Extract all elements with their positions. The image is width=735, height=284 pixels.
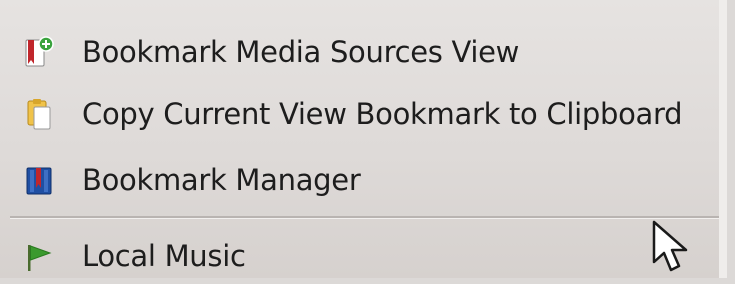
mouse-pointer-icon (648, 218, 696, 278)
bookmark-manager-icon (22, 163, 56, 197)
menu-item-bookmark-manager[interactable]: Bookmark Manager (0, 152, 719, 208)
menu-item-label: Bookmark Manager (82, 162, 361, 197)
menu-item-copy-current-view-bookmark[interactable]: Copy Current View Bookmark to Clipboard (0, 86, 719, 142)
bookmark-context-menu: Bookmark Media Sources View Copy Current… (0, 0, 727, 278)
menu-separator (10, 216, 719, 219)
menu-item-label: Local Music (82, 238, 246, 273)
menu-item-label: Bookmark Media Sources View (82, 34, 520, 69)
menu-item-bookmark-media-sources-view[interactable]: Bookmark Media Sources View (0, 24, 719, 80)
clipboard-copy-icon (22, 97, 56, 131)
menu-item-local-music[interactable]: Local Music (0, 228, 719, 284)
green-flag-icon (22, 239, 56, 273)
bookmark-add-icon (22, 35, 56, 69)
menu-item-label: Copy Current View Bookmark to Clipboard (82, 96, 683, 131)
